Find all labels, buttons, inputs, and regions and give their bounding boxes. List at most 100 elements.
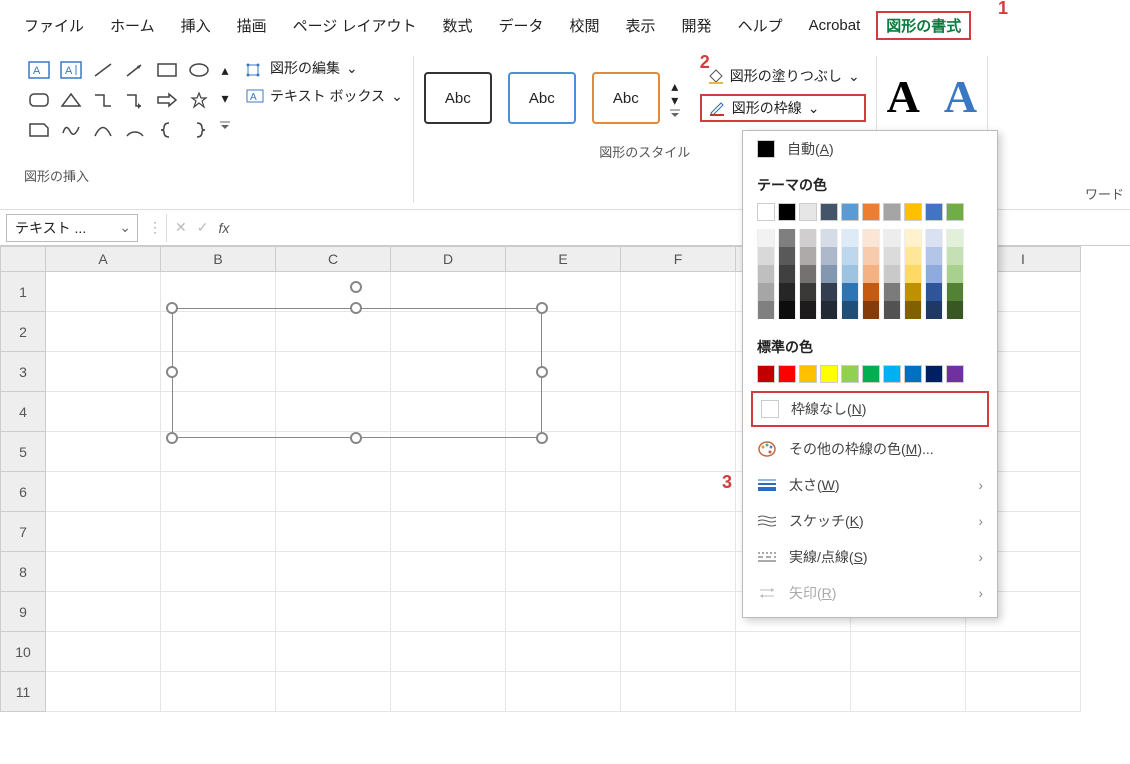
style-scroll-down[interactable]: ▾ — [668, 94, 682, 106]
cell[interactable] — [391, 672, 506, 712]
color-swatch[interactable] — [820, 247, 838, 265]
cell[interactable] — [391, 512, 506, 552]
row-header[interactable]: 4 — [0, 392, 46, 432]
color-swatch[interactable] — [820, 365, 838, 383]
cell[interactable] — [161, 272, 276, 312]
color-swatch[interactable] — [883, 365, 901, 383]
color-swatch[interactable] — [862, 283, 880, 301]
cell[interactable] — [46, 352, 161, 392]
color-swatch[interactable] — [904, 301, 922, 319]
shape-star-icon[interactable] — [184, 86, 214, 114]
menu-file[interactable]: ファイル — [14, 11, 94, 40]
color-swatch[interactable] — [799, 229, 817, 247]
shape-roundrect-icon[interactable] — [24, 86, 54, 114]
cell[interactable] — [276, 552, 391, 592]
cell[interactable] — [391, 472, 506, 512]
outline-sketch[interactable]: スケッチ(K) › — [743, 503, 997, 539]
color-swatch[interactable] — [883, 203, 901, 221]
shape-arrow-line-icon[interactable] — [120, 56, 150, 84]
color-swatch[interactable] — [778, 229, 796, 247]
menu-insert[interactable]: 挿入 — [171, 11, 221, 40]
cell[interactable] — [46, 432, 161, 472]
rotate-handle[interactable] — [350, 281, 362, 293]
color-swatch[interactable] — [757, 283, 775, 301]
color-swatch[interactable] — [757, 203, 775, 221]
color-swatch[interactable] — [883, 247, 901, 265]
shape-rect-cut-icon[interactable] — [24, 116, 54, 144]
outline-dashes[interactable]: 実線/点線(S) › — [743, 539, 997, 575]
color-swatch[interactable] — [925, 265, 943, 283]
resize-handle-nw[interactable] — [166, 302, 178, 314]
resize-handle-ne[interactable] — [536, 302, 548, 314]
cell[interactable] — [621, 672, 736, 712]
resize-handle-w[interactable] — [166, 366, 178, 378]
cell[interactable] — [851, 672, 966, 712]
cell[interactable] — [621, 592, 736, 632]
color-swatch[interactable] — [778, 283, 796, 301]
name-box[interactable]: テキスト ... — [6, 214, 138, 242]
cell[interactable] — [276, 512, 391, 552]
color-swatch[interactable] — [883, 265, 901, 283]
cell[interactable] — [391, 632, 506, 672]
wordart-style-1[interactable]: A — [887, 70, 920, 123]
cell[interactable] — [46, 392, 161, 432]
shapes-scroll-up[interactable]: ▴ — [218, 64, 232, 76]
cell[interactable] — [506, 672, 621, 712]
shape-line-icon[interactable] — [88, 56, 118, 84]
cell[interactable] — [276, 672, 391, 712]
row-header[interactable]: 11 — [0, 672, 46, 712]
cell[interactable] — [506, 432, 621, 472]
menu-view[interactable]: 表示 — [616, 11, 666, 40]
row-header[interactable]: 1 — [0, 272, 46, 312]
color-swatch[interactable] — [841, 247, 859, 265]
color-swatch[interactable] — [946, 301, 964, 319]
cell[interactable] — [506, 272, 621, 312]
shapes-expand[interactable] — [218, 120, 232, 132]
cell[interactable] — [966, 672, 1081, 712]
row-header[interactable]: 5 — [0, 432, 46, 472]
menu-formulas[interactable]: 数式 — [432, 11, 482, 40]
shapes-gallery[interactable]: A A — [24, 56, 214, 144]
cell[interactable] — [46, 672, 161, 712]
color-swatch[interactable] — [841, 283, 859, 301]
color-swatch[interactable] — [883, 283, 901, 301]
color-swatch[interactable] — [820, 283, 838, 301]
color-swatch[interactable] — [757, 301, 775, 319]
color-swatch[interactable] — [925, 247, 943, 265]
cell[interactable] — [276, 272, 391, 312]
color-swatch[interactable] — [862, 265, 880, 283]
row-header[interactable]: 2 — [0, 312, 46, 352]
row-header[interactable]: 3 — [0, 352, 46, 392]
cell[interactable] — [506, 472, 621, 512]
fx-icon[interactable]: fx — [218, 220, 229, 236]
color-swatch[interactable] — [799, 247, 817, 265]
cell[interactable] — [391, 592, 506, 632]
resize-handle-s[interactable] — [350, 432, 362, 444]
shapes-scroll-down[interactable]: ▾ — [218, 92, 232, 104]
cell[interactable] — [506, 632, 621, 672]
text-box-button[interactable]: A テキスト ボックス ⌄ — [246, 86, 403, 106]
cell[interactable] — [506, 512, 621, 552]
row-header[interactable]: 9 — [0, 592, 46, 632]
color-swatch[interactable] — [757, 247, 775, 265]
cell[interactable] — [966, 632, 1081, 672]
column-header[interactable]: F — [621, 246, 736, 272]
shape-curve-icon[interactable] — [88, 116, 118, 144]
shape-textbox-v-icon[interactable]: A — [56, 56, 86, 84]
color-swatch[interactable] — [841, 301, 859, 319]
cell[interactable] — [391, 272, 506, 312]
cell[interactable] — [621, 272, 736, 312]
no-outline[interactable]: 枠線なし(N) — [751, 391, 989, 427]
cell[interactable] — [46, 512, 161, 552]
menu-draw[interactable]: 描画 — [227, 11, 277, 40]
color-swatch[interactable] — [925, 229, 943, 247]
color-swatch[interactable] — [946, 265, 964, 283]
color-swatch[interactable] — [862, 301, 880, 319]
color-swatch[interactable] — [778, 365, 796, 383]
shape-brace-left-icon[interactable] — [152, 116, 182, 144]
resize-handle-sw[interactable] — [166, 432, 178, 444]
row-header[interactable]: 6 — [0, 472, 46, 512]
menu-home[interactable]: ホーム — [100, 11, 165, 40]
cell[interactable] — [391, 432, 506, 472]
cell[interactable] — [621, 312, 736, 352]
